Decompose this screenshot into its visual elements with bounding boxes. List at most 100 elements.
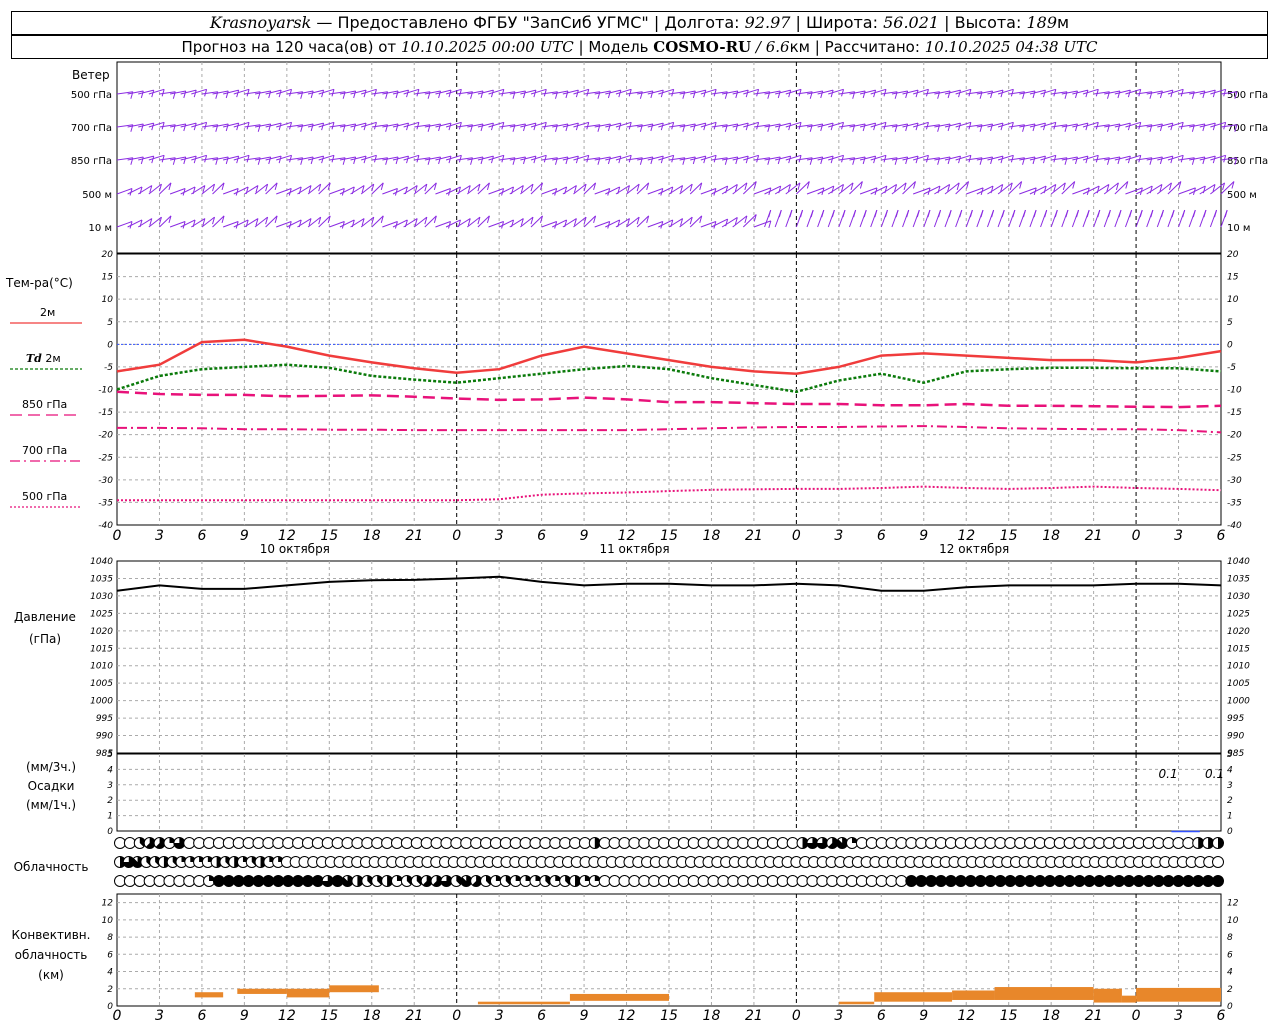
conv-hour-tick: 3 [155, 1008, 164, 1024]
conv-bar [1136, 987, 1221, 1002]
conv-hour-tick: 18 [1042, 1008, 1060, 1024]
wind-barb-flag [1042, 122, 1046, 131]
wind-barb-flag [777, 156, 781, 165]
conv-ytick-right: 2 [1227, 985, 1233, 995]
temp-hour-tick: 9 [240, 528, 249, 544]
pressure-ytick-left: 1035 [90, 574, 113, 584]
wind-barb-flag [458, 122, 462, 130]
conv-hour-tick: 12 [278, 1008, 296, 1024]
wind-barb-flag [862, 156, 866, 165]
wind-barb-flag [183, 90, 187, 99]
temp-ytick-right: -20 [1227, 431, 1242, 441]
temp-hour-tick: 18 [1042, 528, 1060, 544]
wind-barb-flag [1170, 89, 1174, 98]
cloud-symbol [222, 875, 235, 887]
cloud-symbol [1162, 875, 1175, 887]
wind-barb-flag [1095, 122, 1099, 130]
wind-barb-flag [756, 89, 760, 97]
cloud-symbol [895, 875, 908, 887]
cloud-symbol [262, 837, 275, 849]
wind-barb [1125, 187, 1143, 195]
wind-barb-flag [363, 122, 367, 131]
cloud-symbol [420, 837, 433, 849]
temp-hour-tick: 3 [1174, 528, 1183, 544]
wind-barb-flag [692, 123, 696, 132]
wind-barb-flag [1180, 155, 1184, 163]
wind-barb-flag [310, 156, 314, 165]
temp-ytick-left: 5 [107, 318, 113, 328]
cloud-symbol [242, 837, 255, 849]
temp-ytick-left: -35 [98, 498, 113, 508]
wind-barb-flag [777, 123, 781, 132]
wind-barb-flag [565, 90, 569, 99]
wind-barb-flag [331, 155, 335, 163]
cloud-symbol [638, 837, 651, 849]
cloud-symbol [1212, 875, 1224, 887]
wind-barb-flag [395, 156, 399, 165]
pressure-ytick-right: 1030 [1227, 592, 1250, 602]
wind-barb-flag [1138, 122, 1142, 130]
wind-barb-flag [650, 123, 654, 132]
wind-barb-flag [575, 155, 579, 164]
conv-ytick-left: 4 [107, 968, 113, 978]
cloud-symbol [964, 875, 977, 887]
wind-barb-flag [416, 89, 420, 97]
cloud-symbol [677, 837, 690, 849]
cloud-symbol [301, 837, 314, 849]
cloud-symbol [935, 837, 948, 849]
wind-barb-flag [140, 123, 144, 132]
cloud-symbol [1073, 837, 1086, 849]
temp-hour-tick: 0 [113, 528, 122, 544]
conv-ytick-right: 6 [1227, 950, 1233, 960]
wind-barb [753, 187, 772, 195]
temp-ytick-right: -15 [1227, 408, 1242, 418]
wind-barb-flag [607, 123, 611, 132]
temp-ytick-left: -30 [98, 476, 113, 486]
conv-hour-tick: 6 [537, 1008, 546, 1024]
wind-barb-flag [873, 89, 877, 98]
temp-ytick-right: -10 [1227, 386, 1242, 396]
cloud-symbol [628, 837, 641, 849]
temp-ytick-right: 15 [1227, 273, 1239, 283]
wind-barb-flag [990, 123, 994, 132]
wind-barb-flag [1212, 89, 1216, 98]
wind-barb-flag [830, 122, 834, 131]
cloud-symbol [747, 875, 760, 887]
wind-barb-flag [1117, 123, 1121, 132]
temp-hour-tick: 6 [537, 528, 546, 544]
cloud-symbol [1024, 875, 1037, 887]
wind-barb-flag [490, 155, 494, 164]
pressure-ytick-left: 1000 [90, 697, 113, 707]
temp-ytick-right: -35 [1227, 498, 1242, 508]
temp-hour-tick: 6 [197, 528, 206, 544]
wind-barb-flag [925, 89, 929, 97]
cloud-symbol [183, 875, 196, 887]
temp-hour-tick: 6 [1217, 528, 1226, 544]
wind-barb-row [116, 209, 1228, 229]
conv-ytick-right: 4 [1227, 968, 1233, 978]
cloud-symbol [875, 875, 888, 887]
cloud-symbol [549, 837, 562, 849]
wind-barb-flag [958, 122, 962, 131]
cloud-symbol [578, 837, 591, 849]
precip-ytick-right: 2 [1227, 796, 1233, 806]
conv-bar [329, 985, 379, 993]
cloud-symbol [905, 875, 918, 887]
pressure-ytick-right: 1010 [1227, 662, 1250, 672]
wind-barb-flag [543, 89, 547, 97]
wind-barb-flag [703, 155, 707, 164]
cloud-row [114, 875, 1224, 887]
conv-hour-tick: 21 [1085, 1008, 1103, 1024]
cloud-symbol [460, 837, 473, 849]
pressure-ytick-right: 995 [1227, 714, 1244, 724]
wind-barb-flag [204, 122, 208, 130]
wind-barb-flag [321, 155, 325, 164]
conv-ytick-right: 12 [1227, 899, 1239, 909]
wind-barb-flag [1127, 89, 1131, 98]
wind-barb-flag [925, 122, 929, 130]
temp-ytick-left: -25 [98, 453, 113, 463]
cloud-symbol [885, 875, 898, 887]
cloud-symbol [1024, 837, 1037, 849]
wind-barb-flag [820, 123, 824, 132]
wind-barb-flag [586, 122, 590, 130]
